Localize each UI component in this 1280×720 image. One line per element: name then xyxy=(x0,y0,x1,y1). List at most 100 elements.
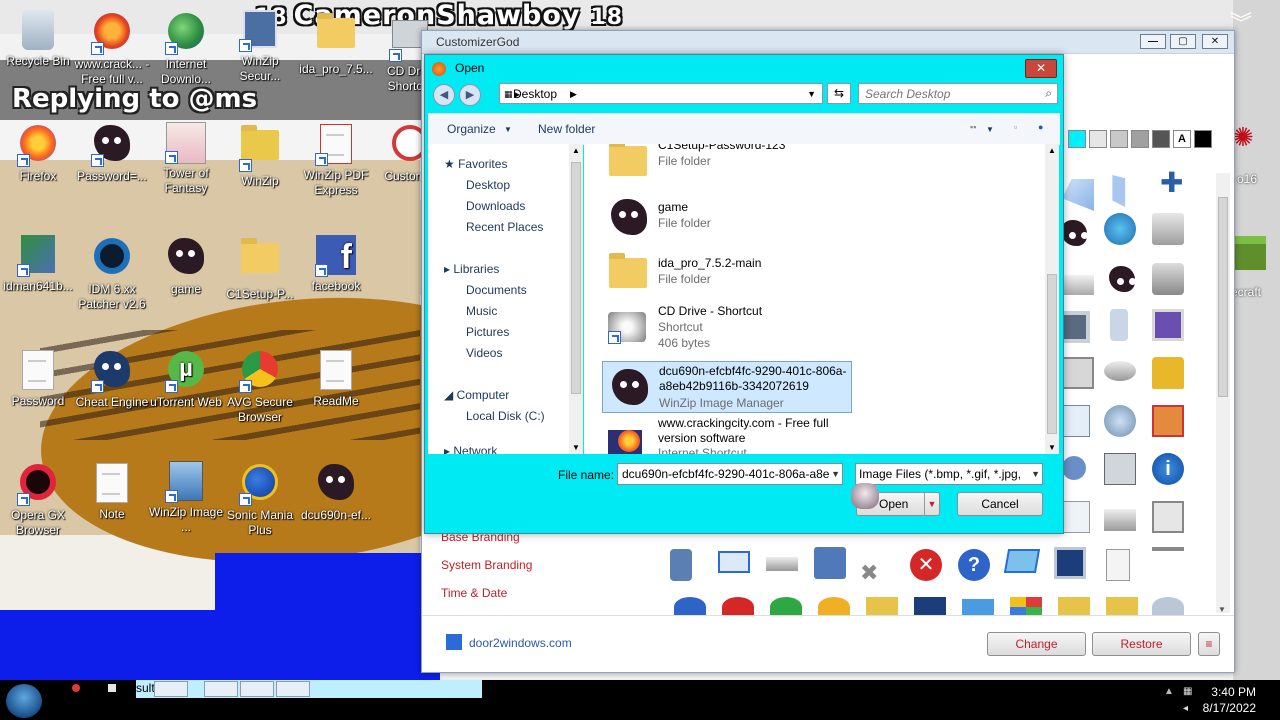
network-globe-icon[interactable] xyxy=(1104,213,1136,245)
scroll-down-icon[interactable]: ▼ xyxy=(572,443,580,452)
dialog-close-button[interactable]: ✕ xyxy=(1025,59,1057,78)
address-dropdown-icon[interactable]: ▼ xyxy=(807,89,816,99)
shield-check-icon[interactable] xyxy=(770,597,802,617)
desktop-icon-avg-browser[interactable]: AVG Secure Browser xyxy=(222,348,298,425)
taskbar-app-icon[interactable] xyxy=(108,684,116,692)
file-name-input[interactable]: dcu690n-efcbf4fc-9290-401c-806a-a8e ▼ xyxy=(617,463,843,485)
start-button[interactable] xyxy=(6,684,42,718)
customizergod-titlebar[interactable]: CustomizerGod — ▢ ✕ xyxy=(422,31,1234,54)
nav-item-pictures[interactable]: Pictures xyxy=(466,325,509,339)
desktop-icon-utorrent[interactable]: µ uTorrent Web xyxy=(148,348,224,410)
swatch-black[interactable] xyxy=(1194,130,1212,148)
chart-icon[interactable] xyxy=(1010,597,1042,617)
desktop-icon-firefox[interactable]: Firefox xyxy=(0,122,76,184)
grid-icon[interactable] xyxy=(1062,179,1094,211)
help-icon[interactable]: ● xyxy=(1038,122,1043,132)
drive-icon[interactable] xyxy=(1062,275,1094,295)
file-item[interactable]: C1Setup-Password-123 File folder xyxy=(602,144,832,188)
nav-group-favorites[interactable]: ★ Favorites xyxy=(444,157,507,171)
open-dropdown-icon[interactable]: ▼ xyxy=(924,493,939,515)
taskbar-button[interactable] xyxy=(154,681,188,697)
info-icon[interactable]: i xyxy=(1152,453,1184,485)
nav-item-music[interactable]: Music xyxy=(466,304,497,318)
file-list-scrollbar[interactable]: ▲ ▼ xyxy=(1045,144,1059,454)
scroll-up-icon[interactable]: ▲ xyxy=(1048,146,1056,155)
monitor-icon[interactable] xyxy=(914,597,946,617)
restore-button[interactable]: Restore xyxy=(1092,632,1191,656)
nav-item-local-disk[interactable]: Local Disk (C:) xyxy=(466,409,545,423)
desktop-icon-winzip-pdf[interactable]: WinZip PDF Express xyxy=(298,122,374,198)
preview-pane-icon[interactable]: ▫ xyxy=(1014,122,1017,132)
folder-icon[interactable] xyxy=(866,597,898,617)
scroll-up-icon[interactable]: ▲ xyxy=(572,146,580,155)
volume-tray-icon[interactable]: ◂ xyxy=(1183,703,1188,714)
network-tray-icon[interactable]: ▦ xyxy=(1183,686,1192,697)
scrollbar-thumb[interactable] xyxy=(1047,274,1057,434)
swatch-silver[interactable] xyxy=(1110,130,1128,148)
error-icon[interactable]: ✕ xyxy=(910,549,942,581)
desktop-icon-winzip-image[interactable]: WinZip Image ... xyxy=(148,461,224,535)
scroll-down-icon[interactable]: ▼ xyxy=(1048,443,1056,452)
search-box[interactable]: ⌕ xyxy=(858,83,1058,104)
presentation-icon[interactable] xyxy=(1152,547,1184,583)
new-folder-button[interactable]: New folder xyxy=(538,122,595,136)
nav-group-libraries[interactable]: ▸ Libraries xyxy=(444,262,499,276)
nav-item-downloads[interactable]: Downloads xyxy=(466,199,525,213)
shield-help-icon[interactable] xyxy=(674,597,706,617)
taskbar-button[interactable] xyxy=(240,681,274,697)
grid-icon[interactable] xyxy=(1112,175,1126,207)
camera-icon[interactable] xyxy=(1062,357,1094,389)
address-bar[interactable]: ▦ ▸ Desktop ▶ ▼ xyxy=(499,83,823,104)
taskbar-button[interactable] xyxy=(204,681,238,697)
file-item-selected[interactable]: dcu690n-efcbf4fc-9290-401c-806a-a8eb42b9… xyxy=(602,361,852,413)
icons-scrollbar[interactable]: ▼ xyxy=(1216,173,1230,614)
desktop-icon-crack-shortcut[interactable]: www.crack... - Free full v... xyxy=(74,10,150,87)
tray-clock[interactable]: 3:40 PM 8/17/2022 xyxy=(1203,684,1256,716)
desktop-icon-note[interactable]: Note xyxy=(74,461,150,522)
desktop-icon-dcu690n[interactable]: dcu690n-ef... xyxy=(298,461,374,523)
network-drive-icon[interactable] xyxy=(1104,509,1136,531)
desktop-icon-cheat-engine[interactable]: Cheat Engine xyxy=(74,348,150,410)
desktop-icon-winzip[interactable]: WinZip xyxy=(222,122,298,189)
view-dropdown-icon[interactable]: ▼ xyxy=(986,125,994,134)
desktop-icon-password-shortcut[interactable]: Password=... xyxy=(74,122,150,184)
door2windows-link[interactable]: door2windows.com xyxy=(469,636,572,650)
desktop-icon-opera-gx[interactable]: Opera GX Browser xyxy=(0,461,76,538)
tray-chevron-icon[interactable]: ▲ xyxy=(1164,686,1174,697)
file-item[interactable]: game File folder xyxy=(602,192,832,242)
swatch-dark[interactable] xyxy=(1152,130,1170,148)
desktop-icon-ida-pro[interactable]: ida_pro_7.5... xyxy=(298,10,374,77)
desktop-icon-winzip-secure[interactable]: WinZip Secur... xyxy=(222,10,298,84)
nav-scrollbar[interactable]: ▲ ▼ xyxy=(569,144,583,454)
cross-icon[interactable]: ✖ xyxy=(860,561,892,593)
shield-warning-icon[interactable] xyxy=(818,597,850,617)
desktop-icon-readme[interactable]: ReadMe xyxy=(298,348,374,409)
desktop-icon-idman[interactable]: idman641b... xyxy=(0,235,76,294)
swatch-light[interactable] xyxy=(1089,130,1107,148)
nav-item-recent-places[interactable]: Recent Places xyxy=(466,220,543,234)
sidebar-item-system-branding[interactable]: System Branding xyxy=(441,558,532,572)
maximize-button[interactable]: ▢ xyxy=(1170,34,1196,49)
swatch-text[interactable]: A xyxy=(1173,130,1191,148)
lock-icon[interactable] xyxy=(1152,357,1184,389)
search-input[interactable] xyxy=(865,87,1035,101)
forward-button[interactable]: ▶ xyxy=(459,84,481,106)
change-button[interactable]: Change xyxy=(987,632,1086,656)
view-options-icon[interactable]: ▪▪ xyxy=(970,122,976,132)
folder-icon[interactable] xyxy=(1058,597,1090,617)
swatch-cyan[interactable] xyxy=(1068,130,1086,148)
gear-icon[interactable] xyxy=(1104,405,1136,437)
address-chevron-icon[interactable]: ▶ xyxy=(570,89,577,100)
nav-item-desktop[interactable]: Desktop xyxy=(466,178,510,192)
scrollbar-thumb[interactable] xyxy=(571,162,581,394)
refresh-button[interactable]: ⇆ xyxy=(827,83,851,104)
file-name-dropdown-icon[interactable]: ▼ xyxy=(831,464,840,484)
taskbar-app-icon[interactable] xyxy=(72,684,80,692)
desktop-icon-recycle-bin[interactable]: Recycle Bin xyxy=(0,10,76,69)
desktop-icon-tower-of-fantasy[interactable]: Tower of Fantasy xyxy=(148,122,224,196)
avatar-icon[interactable] xyxy=(1106,263,1138,295)
nav-group-network[interactable]: ▸ Network xyxy=(444,444,497,454)
paint-icon[interactable] xyxy=(1152,405,1184,437)
desktop-icon-internet-download[interactable]: Internet Downlo... xyxy=(148,10,224,87)
scrollbar-thumb[interactable] xyxy=(1218,197,1228,397)
